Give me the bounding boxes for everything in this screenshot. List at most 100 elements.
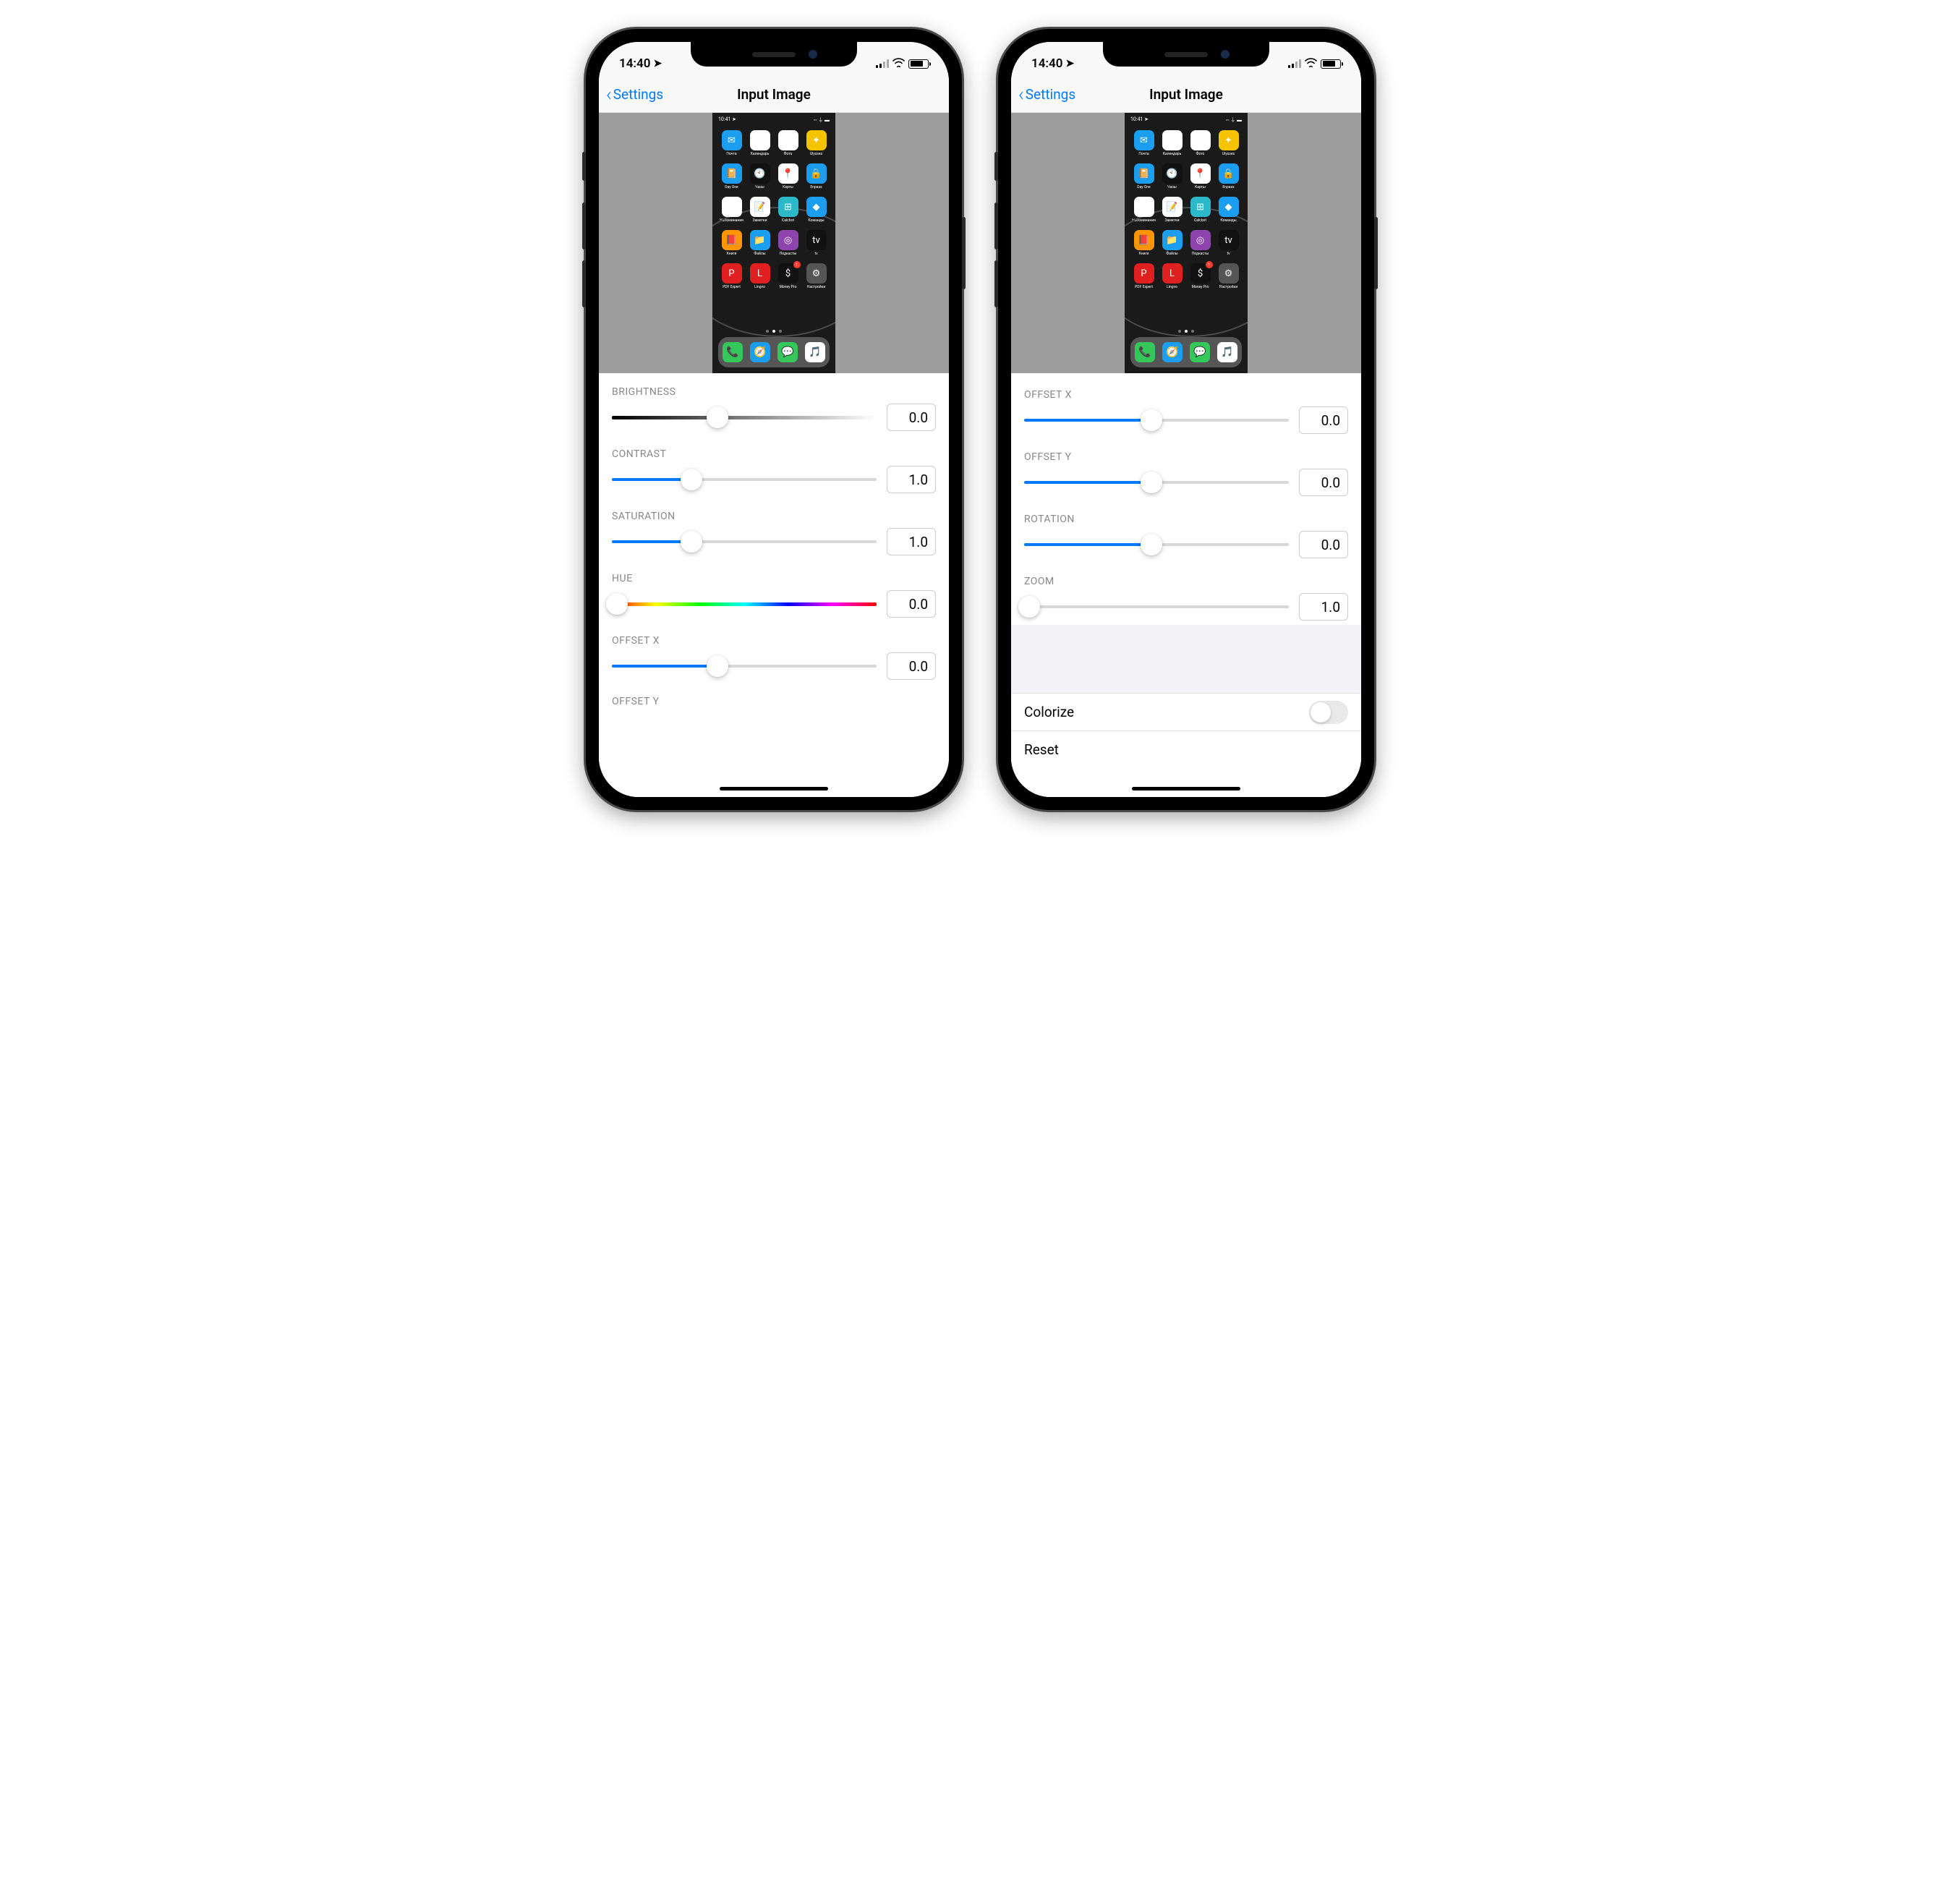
app-icon: 30Календарь	[748, 130, 772, 156]
page-title: Input Image	[1149, 86, 1223, 103]
app-icon: 🕙Часы	[748, 163, 772, 189]
slider-label: HUE	[612, 573, 936, 584]
side-button	[582, 152, 586, 181]
app-icon: 🔒Enpass	[1217, 163, 1240, 189]
cellular-signal-icon	[1288, 59, 1301, 68]
notch	[1103, 42, 1269, 67]
slider-thumb[interactable]	[1141, 409, 1162, 431]
slider-value-input[interactable]: 0.0	[1299, 531, 1348, 558]
app-icon: ✉Почта	[720, 130, 743, 156]
slider-track[interactable]	[612, 531, 877, 553]
app-icon: ✿Фото	[1188, 130, 1212, 156]
side-button	[582, 203, 586, 250]
page-title: Input Image	[737, 86, 811, 103]
side-button	[994, 203, 998, 250]
slider-label: CONTRAST	[612, 448, 936, 460]
app-icon: 📔Day One	[720, 163, 743, 189]
slider-label: ROTATION	[1024, 514, 1348, 525]
slider-value-input[interactable]: 1.0	[1299, 593, 1348, 621]
slider-label: OFFSET X	[612, 635, 936, 647]
slider-label: BRIGHTNESS	[612, 386, 936, 398]
location-arrow-icon: ➤	[1065, 58, 1074, 69]
slider-thumb[interactable]	[606, 593, 628, 615]
slider-track[interactable]	[612, 406, 877, 428]
app-icon: 🔒Enpass	[804, 163, 828, 189]
sliders-list[interactable]: BRIGHTNESS 0.0 CONTRAST 1.0 SATURATION 1.0 HUE…	[599, 373, 949, 797]
slider-track[interactable]	[612, 469, 877, 490]
home-indicator[interactable]	[1132, 787, 1240, 791]
side-button	[994, 260, 998, 307]
status-time: 14:40	[1031, 56, 1062, 71]
slider-offset-x: OFFSET X 0.0	[1011, 376, 1361, 438]
back-button[interactable]: ‹ Settings	[1011, 85, 1075, 104]
app-icon: 📍Карты	[1188, 163, 1212, 189]
slider-thumb[interactable]	[1018, 596, 1040, 618]
slider-value-input[interactable]: 0.0	[887, 652, 936, 680]
phone-right: 14:40 ➤ ‹ Settings Input Image 10	[998, 29, 1374, 810]
slider-value-input[interactable]: 0.0	[887, 590, 936, 618]
slider-track[interactable]	[1024, 596, 1289, 618]
side-button	[994, 152, 998, 181]
app-icon: 30Календарь	[1160, 130, 1184, 156]
slider-hue: HUE 0.0	[599, 560, 949, 622]
location-arrow-icon: ➤	[653, 58, 662, 69]
nav-bar: ‹ Settings Input Image	[1011, 77, 1361, 113]
side-button	[1374, 217, 1378, 289]
slider-track[interactable]	[1024, 409, 1289, 431]
slider-thumb[interactable]	[1141, 472, 1162, 493]
slider-track[interactable]	[1024, 472, 1289, 493]
status-time: 14:40	[619, 56, 650, 71]
slider-label: SATURATION	[612, 511, 936, 522]
colorize-row[interactable]: Colorize	[1011, 693, 1361, 730]
cellular-signal-icon	[876, 59, 889, 68]
slider-thumb[interactable]	[707, 406, 728, 428]
slider-contrast: CONTRAST 1.0	[599, 435, 949, 498]
slider-saturation: SATURATION 1.0	[599, 498, 949, 560]
slider-offset-x: OFFSET X 0.0	[599, 622, 949, 684]
side-button	[962, 217, 966, 289]
slider-label: OFFSET X	[1024, 389, 1348, 401]
sliders-list[interactable]: OFFSET X0.0OFFSET Y0.0ROTATION0.0ZOOM1.0	[1011, 373, 1361, 625]
slider-thumb[interactable]	[681, 531, 702, 553]
slider-track[interactable]	[612, 593, 877, 615]
slider-track[interactable]	[1024, 534, 1289, 555]
slider-thumb[interactable]	[707, 655, 728, 677]
colorize-toggle[interactable]	[1309, 701, 1348, 724]
battery-icon	[908, 59, 929, 69]
home-indicator[interactable]	[720, 787, 828, 791]
image-preview: 10:41 ➤◦◦ ⏚ ▬✉Почта30Календарь✿Фото✦Ulys…	[599, 113, 949, 373]
wifi-icon	[1305, 58, 1317, 70]
slider-value-input[interactable]: 0.0	[887, 404, 936, 431]
image-preview: 10:41 ➤◦◦ ⏚ ▬✉Почта30Календарь✿Фото✦Ulys…	[1011, 113, 1361, 373]
slider-thumb[interactable]	[1141, 534, 1162, 555]
app-icon: ✦Ulysses	[804, 130, 828, 156]
notch	[691, 42, 857, 67]
app-icon: 📍Карты	[776, 163, 800, 189]
reset-label: Reset	[1024, 741, 1059, 758]
slider-brightness: BRIGHTNESS 0.0	[599, 373, 949, 435]
app-icon: ✦Ulysses	[1217, 130, 1240, 156]
back-label: Settings	[613, 86, 663, 103]
slider-zoom: ZOOM 1.0	[1011, 563, 1361, 625]
slider-label-partial: OFFSET Y	[599, 684, 949, 707]
wifi-icon	[892, 58, 905, 70]
slider-value-input[interactable]: 0.0	[1299, 469, 1348, 496]
slider-label: ZOOM	[1024, 576, 1348, 587]
app-icon: ✿Фото	[776, 130, 800, 156]
slider-track[interactable]	[612, 655, 877, 677]
slider-value-input[interactable]: 0.0	[1299, 406, 1348, 434]
chevron-left-icon: ‹	[606, 85, 612, 104]
app-icon: 🕙Часы	[1160, 163, 1184, 189]
slider-rotation: ROTATION 0.0	[1011, 500, 1361, 563]
battery-icon	[1321, 59, 1341, 69]
slider-thumb[interactable]	[681, 469, 702, 490]
slider-offset-y: OFFSET Y0.0	[1011, 438, 1361, 500]
back-button[interactable]: ‹ Settings	[599, 85, 663, 104]
phone-left: 14:40 ➤ ‹ Settings Input Image 10	[586, 29, 962, 810]
reset-row[interactable]: Reset	[1011, 730, 1361, 768]
slider-value-input[interactable]: 1.0	[887, 528, 936, 555]
slider-value-input[interactable]: 1.0	[887, 466, 936, 493]
colorize-label: Colorize	[1024, 704, 1074, 720]
back-label: Settings	[1026, 86, 1075, 103]
chevron-left-icon: ‹	[1018, 85, 1024, 104]
